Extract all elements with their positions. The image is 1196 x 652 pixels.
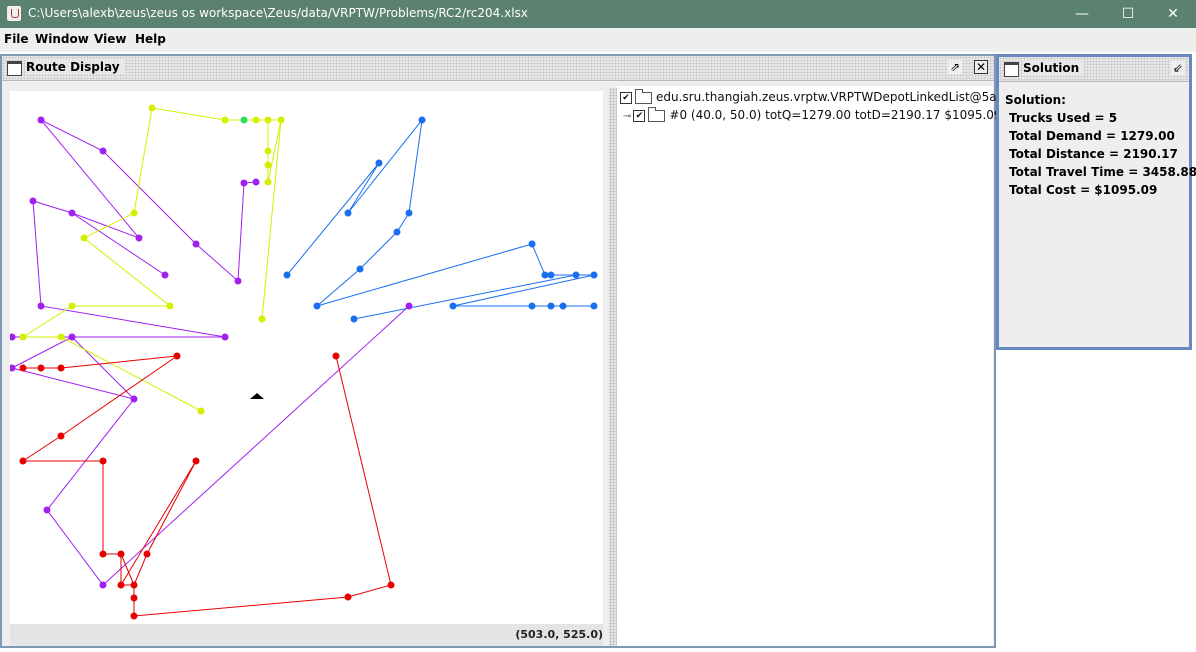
frame-icon xyxy=(1004,62,1019,77)
folder-icon xyxy=(648,106,666,122)
java-app-icon xyxy=(7,6,21,21)
total-cost: Total Cost = $1095.09 xyxy=(1009,183,1158,197)
coordinate-status-bar: (503.0, 525.0) xyxy=(10,624,603,646)
menu-help[interactable]: Help xyxy=(135,32,166,46)
trucks-used: Trucks Used = 5 xyxy=(1009,111,1118,125)
close-button[interactable]: ✕ xyxy=(1150,0,1196,28)
menu-view[interactable]: View xyxy=(94,32,126,46)
route-tree[interactable]: ✔ edu.sru.thangiah.zeus.vrptw.VRPTWDepotL… xyxy=(617,86,1019,646)
route-map-svg[interactable] xyxy=(10,91,603,624)
tree-root-label: edu.sru.thangiah.zeus.vrptw.VRPTWDepotLi… xyxy=(656,90,1020,104)
stops-blue xyxy=(283,116,598,323)
tree-child-checkbox[interactable]: ✔ xyxy=(633,109,646,122)
total-demand: Total Demand = 1279.00 xyxy=(1009,129,1175,143)
frame-icon xyxy=(7,61,22,76)
desktop-pane: Route Display ⇗ ✕ (503.0, 525.0) ✔ edu.s… xyxy=(0,52,1196,652)
frame-maximize-button[interactable]: ⇗ xyxy=(948,60,962,74)
solution-frame: Solution ⇙ Solution: Trucks Used = 5 Tot… xyxy=(996,54,1196,350)
window-titlebar: C:\Users\alexb\zeus\zeus os workspace\Ze… xyxy=(0,0,1196,28)
stops-purple xyxy=(10,116,413,589)
route-map-canvas[interactable] xyxy=(10,91,603,624)
solution-heading: Solution: xyxy=(1005,93,1066,107)
route-purple xyxy=(11,119,410,586)
depot-marker-icon xyxy=(250,393,264,399)
route-blue xyxy=(286,119,595,320)
cursor-coordinates: (503.0, 525.0) xyxy=(515,628,603,641)
maximize-button[interactable]: ☐ xyxy=(1105,0,1151,28)
solution-titlebar[interactable]: Solution ⇙ xyxy=(999,57,1189,82)
total-distance: Total Distance = 2190.17 xyxy=(1009,147,1178,161)
menu-file[interactable]: File xyxy=(4,32,29,46)
route-display-frame: Route Display ⇗ ✕ (503.0, 525.0) ✔ edu.s… xyxy=(0,54,1019,648)
solution-title: Solution xyxy=(1023,61,1084,75)
frame-restore-button[interactable]: ⇙ xyxy=(1171,61,1185,75)
folder-icon xyxy=(635,88,652,104)
total-travel-time: Total Travel Time = 3458.88 xyxy=(1009,165,1196,179)
solution-summary: Solution: Trucks Used = 5 Total Demand =… xyxy=(1005,91,1196,199)
window-title: C:\Users\alexb\zeus\zeus os workspace\Ze… xyxy=(28,6,528,20)
route-display-title: Route Display xyxy=(26,60,124,74)
tree-connector-icon[interactable]: ⊸ xyxy=(623,111,631,122)
route-red xyxy=(21,355,392,617)
tree-child-node[interactable]: ⊸ ✔ #0 (40.0, 50.0) totQ=1279.00 totD=2190… xyxy=(623,106,1002,122)
route-display-titlebar[interactable]: Route Display ⇗ ✕ xyxy=(2,56,994,81)
tree-root-checkbox[interactable]: ✔ xyxy=(620,91,632,104)
stop-green xyxy=(240,116,248,124)
minimize-button[interactable]: — xyxy=(1059,0,1105,28)
stops-red xyxy=(19,352,395,620)
frame-close-button[interactable]: ✕ xyxy=(974,60,988,74)
split-pane-divider[interactable] xyxy=(609,88,617,646)
menu-bar: File Window View Help xyxy=(0,28,1196,52)
menu-window[interactable]: Window xyxy=(35,32,89,46)
tree-child-label: #0 (40.0, 50.0) totQ=1279.00 totD=2190.1… xyxy=(669,108,1002,122)
tree-root-node[interactable]: ✔ edu.sru.thangiah.zeus.vrptw.VRPTWDepotL… xyxy=(620,88,1020,104)
